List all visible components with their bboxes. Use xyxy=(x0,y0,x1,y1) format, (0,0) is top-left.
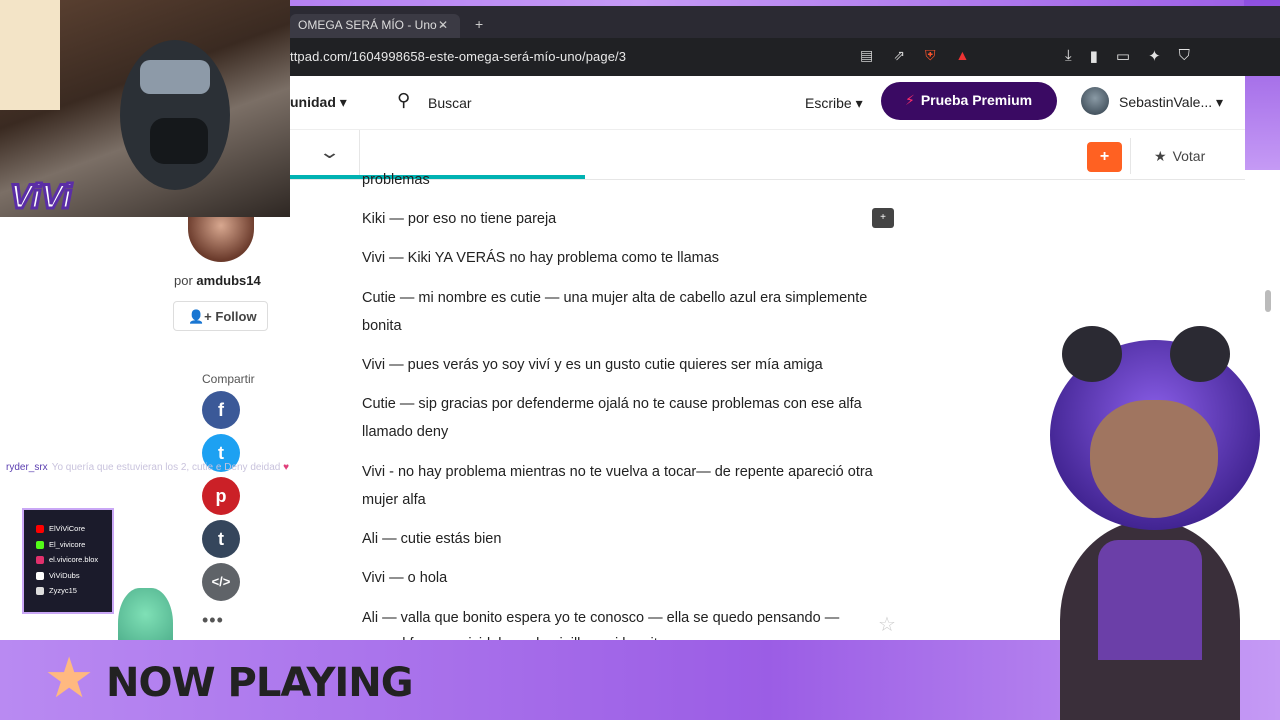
url-text[interactable]: ttpad.com/1604998658-este-omega-será-mío… xyxy=(290,49,626,64)
share-icon[interactable]: ⇗ xyxy=(893,47,905,64)
stream-logo: ViVi xyxy=(9,177,74,218)
browser-tab[interactable]: OMEGA SERÁ MÍO - Uno - ✕ xyxy=(290,14,460,38)
star-icon: ★ xyxy=(44,646,95,709)
divider xyxy=(359,130,360,178)
write-menu[interactable]: Escribe ▾ xyxy=(805,95,863,112)
share-label: Compartir xyxy=(202,372,255,386)
star-outline-icon[interactable]: ☆ xyxy=(878,612,896,637)
vpn-icon[interactable]: ⛉ xyxy=(1179,47,1190,65)
browser-tabbar: OMEGA SERÁ MÍO - Uno - ✕ + xyxy=(290,6,1280,38)
vote-button[interactable]: ★ Votar xyxy=(1154,148,1205,165)
warning-icon[interactable]: ▲ xyxy=(955,47,969,64)
vtuber-face xyxy=(1090,400,1218,518)
chat-text: Yo quería que estuvieran los 2, cutie e … xyxy=(51,462,281,473)
chat-message: ryder_srx Yo quería que estuvieran los 2,… xyxy=(6,462,289,473)
chat-user: ryder_srx xyxy=(6,462,48,473)
more-icon[interactable]: ••• xyxy=(202,610,224,631)
extension-icon[interactable]: ✦ xyxy=(1148,47,1161,65)
vtuber-ear-left xyxy=(1062,326,1122,382)
embed-icon[interactable]: </> xyxy=(202,563,240,601)
download-icon[interactable]: ⤓ xyxy=(1065,47,1072,65)
social-item: El_vivicore xyxy=(36,540,112,556)
webcam-mask-visor xyxy=(140,60,210,94)
x-icon xyxy=(36,571,44,580)
avatar[interactable] xyxy=(1081,87,1109,115)
author-byline: por amdubs14 xyxy=(174,273,261,288)
story-paragraph: Kiki — por eso no tiene pareja xyxy=(362,211,557,227)
story-paragraph: Vivi — pues verás yo soy viví y es un gu… xyxy=(362,357,823,373)
search-input[interactable]: Buscar xyxy=(428,95,472,111)
story-paragraph: Cutie — mi nombre es cutie — una mujer a… xyxy=(362,290,868,334)
comment-icon[interactable]: + xyxy=(872,208,894,228)
youtube-icon xyxy=(36,525,44,534)
search-icon[interactable]: ⚲ xyxy=(397,90,410,111)
heart-icon: ♥ xyxy=(283,462,290,473)
webcam-lamp xyxy=(0,0,60,110)
facebook-icon[interactable]: f xyxy=(202,391,240,429)
pinterest-icon[interactable]: p xyxy=(202,477,240,515)
community-menu[interactable]: unidad ▾ xyxy=(290,94,347,111)
author-name[interactable]: amdubs14 xyxy=(196,273,260,288)
sidebar-icon[interactable]: ▮ xyxy=(1090,47,1098,65)
premium-button[interactable]: ⚡ Prueba Premium xyxy=(881,82,1057,120)
instagram-icon xyxy=(36,556,44,565)
roblox-icon xyxy=(36,587,44,596)
top-nav: unidad ▾ ⚲ Buscar Escribe ▾ ⚡ Prueba Prem… xyxy=(290,76,1245,130)
follow-button[interactable]: 👤+ Follow xyxy=(173,301,268,331)
scrollbar[interactable] xyxy=(1265,290,1271,312)
social-item: ElViViCore xyxy=(36,524,112,540)
vtuber-top xyxy=(1098,540,1202,660)
add-to-list-button[interactable]: + xyxy=(1087,142,1122,172)
add-user-icon: 👤+ xyxy=(188,309,212,324)
social-item: ViViDubs xyxy=(36,571,112,587)
tumblr-icon[interactable]: t xyxy=(202,520,240,558)
new-tab-icon[interactable]: + xyxy=(475,16,483,32)
story-paragraph: Vivi — Kiki YA VERÁS no hay problema com… xyxy=(362,250,720,266)
story-paragraph: Vivi - no hay problema mientras no te vu… xyxy=(362,464,873,508)
story-paragraph: Vivi — o hola xyxy=(362,570,448,586)
reader-icon[interactable]: ▤ xyxy=(860,47,873,64)
address-bar[interactable]: ttpad.com/1604998658-este-omega-será-mío… xyxy=(290,38,1280,76)
kick-icon xyxy=(36,540,44,549)
close-icon[interactable]: ✕ xyxy=(438,18,448,32)
chevron-down-icon[interactable]: ⌄ xyxy=(318,142,341,163)
user-menu[interactable]: SebastinVale... ▾ xyxy=(1119,94,1223,111)
brave-shield-icon[interactable]: ⛨ xyxy=(925,47,936,64)
tab-title: OMEGA SERÁ MÍO - Uno - xyxy=(298,18,445,32)
author-avatar[interactable] xyxy=(188,210,254,262)
story-paragraph: Ali — valla que bonito espera yo te cono… xyxy=(362,610,840,626)
star-icon: ★ xyxy=(1154,148,1167,164)
now-playing-label: NOW PLAYING xyxy=(106,660,414,706)
webcam-face-mask xyxy=(150,118,208,164)
story-paragraph: problemas xyxy=(362,172,430,188)
social-item: el.vivicore.blox xyxy=(36,555,112,571)
social-item: Zyzyc15 xyxy=(36,586,112,602)
divider xyxy=(1130,138,1131,174)
vtuber-ear-right xyxy=(1170,326,1230,382)
bolt-icon: ⚡ xyxy=(905,92,915,108)
story-paragraph: Cutie — sip gracias por defenderme ojalá… xyxy=(362,396,862,440)
socials-card: ElViViCore El_vivicore el.vivicore.blox … xyxy=(22,508,114,614)
story-paragraph: Ali — cutie estás bien xyxy=(362,531,502,547)
wallet-icon[interactable]: ▭ xyxy=(1116,47,1130,65)
